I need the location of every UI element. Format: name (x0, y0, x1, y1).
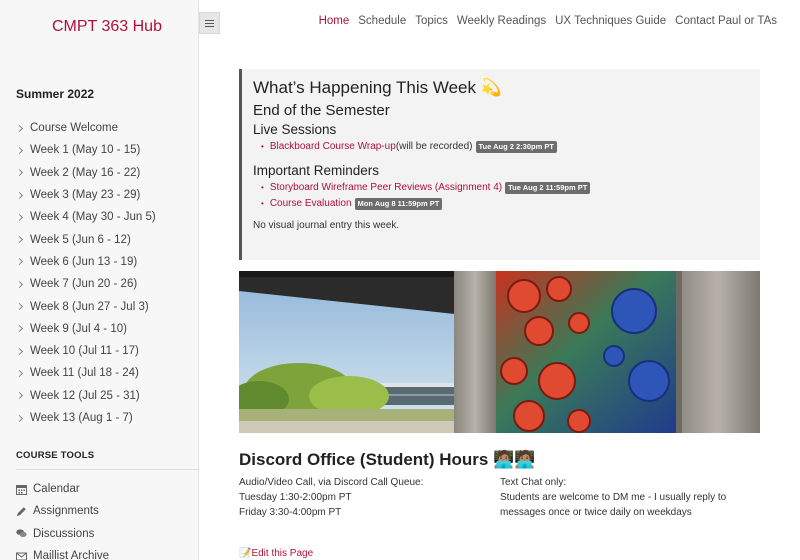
hamburger-icon (205, 19, 214, 21)
chevron-right-icon (15, 213, 24, 221)
list-item: • Storyboard Wireframe Peer Reviews (Ass… (261, 180, 760, 196)
nav-schedule[interactable]: Schedule (358, 15, 406, 27)
sidebar: CMPT 363 Hub Summer 2022 Course Welcome … (0, 0, 199, 560)
tool-assignments[interactable]: Assignments (16, 500, 109, 522)
this-week-callout: What’s Happening This Week 💫 End of the … (239, 69, 760, 260)
this-week-title: What’s Happening This Week 💫 (253, 78, 502, 97)
course-tools-heading: COURSE TOOLS (16, 450, 95, 461)
sidebar-toggle-button[interactable] (199, 12, 220, 34)
chevron-right-icon (15, 146, 24, 154)
bullet-icon: • (261, 183, 264, 192)
journal-note: No visual journal entry this week. (253, 220, 400, 231)
date-badge: Tue Aug 2 11:59pm PT (505, 182, 591, 194)
pencil-icon (16, 506, 27, 517)
chevron-right-icon (15, 236, 24, 244)
reminders-heading: Important Reminders (253, 163, 380, 178)
sidebar-item-week-13[interactable]: Week 13 (Aug 1 - 7) (15, 407, 156, 429)
nav-contact[interactable]: Contact Paul or TAs (675, 15, 777, 27)
chevron-right-icon (15, 191, 24, 199)
sidebar-item-week-4[interactable]: Week 4 (May 30 - Jun 5) (15, 206, 156, 228)
office-hours-call: Audio/Video Call, via Discord Call Queue… (239, 477, 424, 518)
semester-subtitle: End of the Semester (253, 102, 390, 119)
site-title[interactable]: CMPT 363 Hub (52, 18, 162, 36)
sidebar-item-week-7[interactable]: Week 7 (Jun 20 - 26) (15, 273, 156, 295)
sidebar-item-week-8[interactable]: Week 8 (Jun 27 - Jul 3) (15, 295, 156, 317)
divider (16, 469, 199, 470)
sidebar-item-week-5[interactable]: Week 5 (Jun 6 - 12) (15, 228, 156, 250)
calendar-icon (16, 484, 27, 495)
office-hours-title: Discord Office (Student) Hours 🧑🏽‍💻🧑🏽‍💻 (239, 450, 536, 469)
tool-calendar[interactable]: Calendar (16, 478, 109, 500)
sidebar-item-week-12[interactable]: Week 12 (Jul 25 - 31) (15, 385, 156, 407)
envelope-icon (16, 551, 27, 560)
chevron-right-icon (15, 414, 24, 422)
comments-icon (16, 528, 27, 539)
campus-banner-image (239, 271, 760, 433)
sidebar-item-week-3[interactable]: Week 3 (May 23 - 29) (15, 184, 156, 206)
bullet-icon: • (261, 142, 264, 151)
edit-page-link[interactable]: 📝Edit this Page (239, 548, 313, 559)
sidebar-item-week-11[interactable]: Week 11 (Jul 18 - 24) (15, 362, 156, 384)
chevron-right-icon (15, 369, 24, 377)
nav-home[interactable]: Home (319, 15, 350, 27)
sidebar-item-week-2[interactable]: Week 2 (May 16 - 22) (15, 162, 156, 184)
chevron-right-icon (15, 258, 24, 266)
sidebar-item-week-6[interactable]: Week 6 (Jun 13 - 19) (15, 251, 156, 273)
chevron-right-icon (15, 302, 24, 311)
chevron-right-icon (15, 280, 24, 288)
tool-maillist-archive[interactable]: Maillist Archive (16, 545, 109, 560)
date-badge: Tue Aug 2 2:30pm PT (475, 141, 557, 153)
term-heading: Summer 2022 (16, 87, 95, 101)
sidebar-item-course-welcome[interactable]: Course Welcome (15, 117, 156, 139)
nav-weekly-readings[interactable]: Weekly Readings (457, 15, 546, 27)
nav-topics[interactable]: Topics (415, 15, 448, 27)
recorded-note: (will be recorded) (395, 141, 473, 152)
bullet-icon: • (261, 199, 264, 208)
list-item: • Course Evaluation Mon Aug 8 11:59pm PT (261, 196, 760, 212)
chevron-right-icon (15, 347, 24, 355)
chevron-right-icon (15, 124, 24, 132)
office-hours-chat: Text Chat only: Students are welcome to … (500, 477, 727, 518)
top-nav: Home Schedule Topics Weekly Readings UX … (319, 15, 777, 27)
wrap-up-link[interactable]: Blackboard Course Wrap-up (270, 139, 396, 155)
week-list: Course Welcome Week 1 (May 10 - 15) Week… (15, 117, 156, 429)
chevron-right-icon (15, 169, 24, 177)
live-sessions-list: • Blackboard Course Wrap-up (will be rec… (261, 139, 760, 155)
nav-ux-techniques-guide[interactable]: UX Techniques Guide (555, 15, 666, 27)
tool-discussions[interactable]: Discussions (16, 523, 109, 545)
list-item: • Blackboard Course Wrap-up (will be rec… (261, 139, 760, 155)
chevron-right-icon (15, 325, 24, 333)
sidebar-item-week-10[interactable]: Week 10 (Jul 11 - 17) (15, 340, 156, 362)
course-evaluation-link[interactable]: Course Evaluation (270, 196, 352, 212)
date-badge: Mon Aug 8 11:59pm PT (354, 198, 443, 210)
peer-review-link[interactable]: Storyboard Wireframe Peer Reviews (Assig… (270, 180, 502, 196)
sidebar-item-week-9[interactable]: Week 9 (Jul 4 - 10) (15, 318, 156, 340)
reminders-list: • Storyboard Wireframe Peer Reviews (Ass… (261, 180, 760, 212)
sidebar-item-week-1[interactable]: Week 1 (May 10 - 15) (15, 139, 156, 161)
chevron-right-icon (15, 392, 24, 400)
live-sessions-heading: Live Sessions (253, 122, 337, 137)
tool-list: Calendar Assignments Discussions Maillis… (16, 478, 109, 560)
